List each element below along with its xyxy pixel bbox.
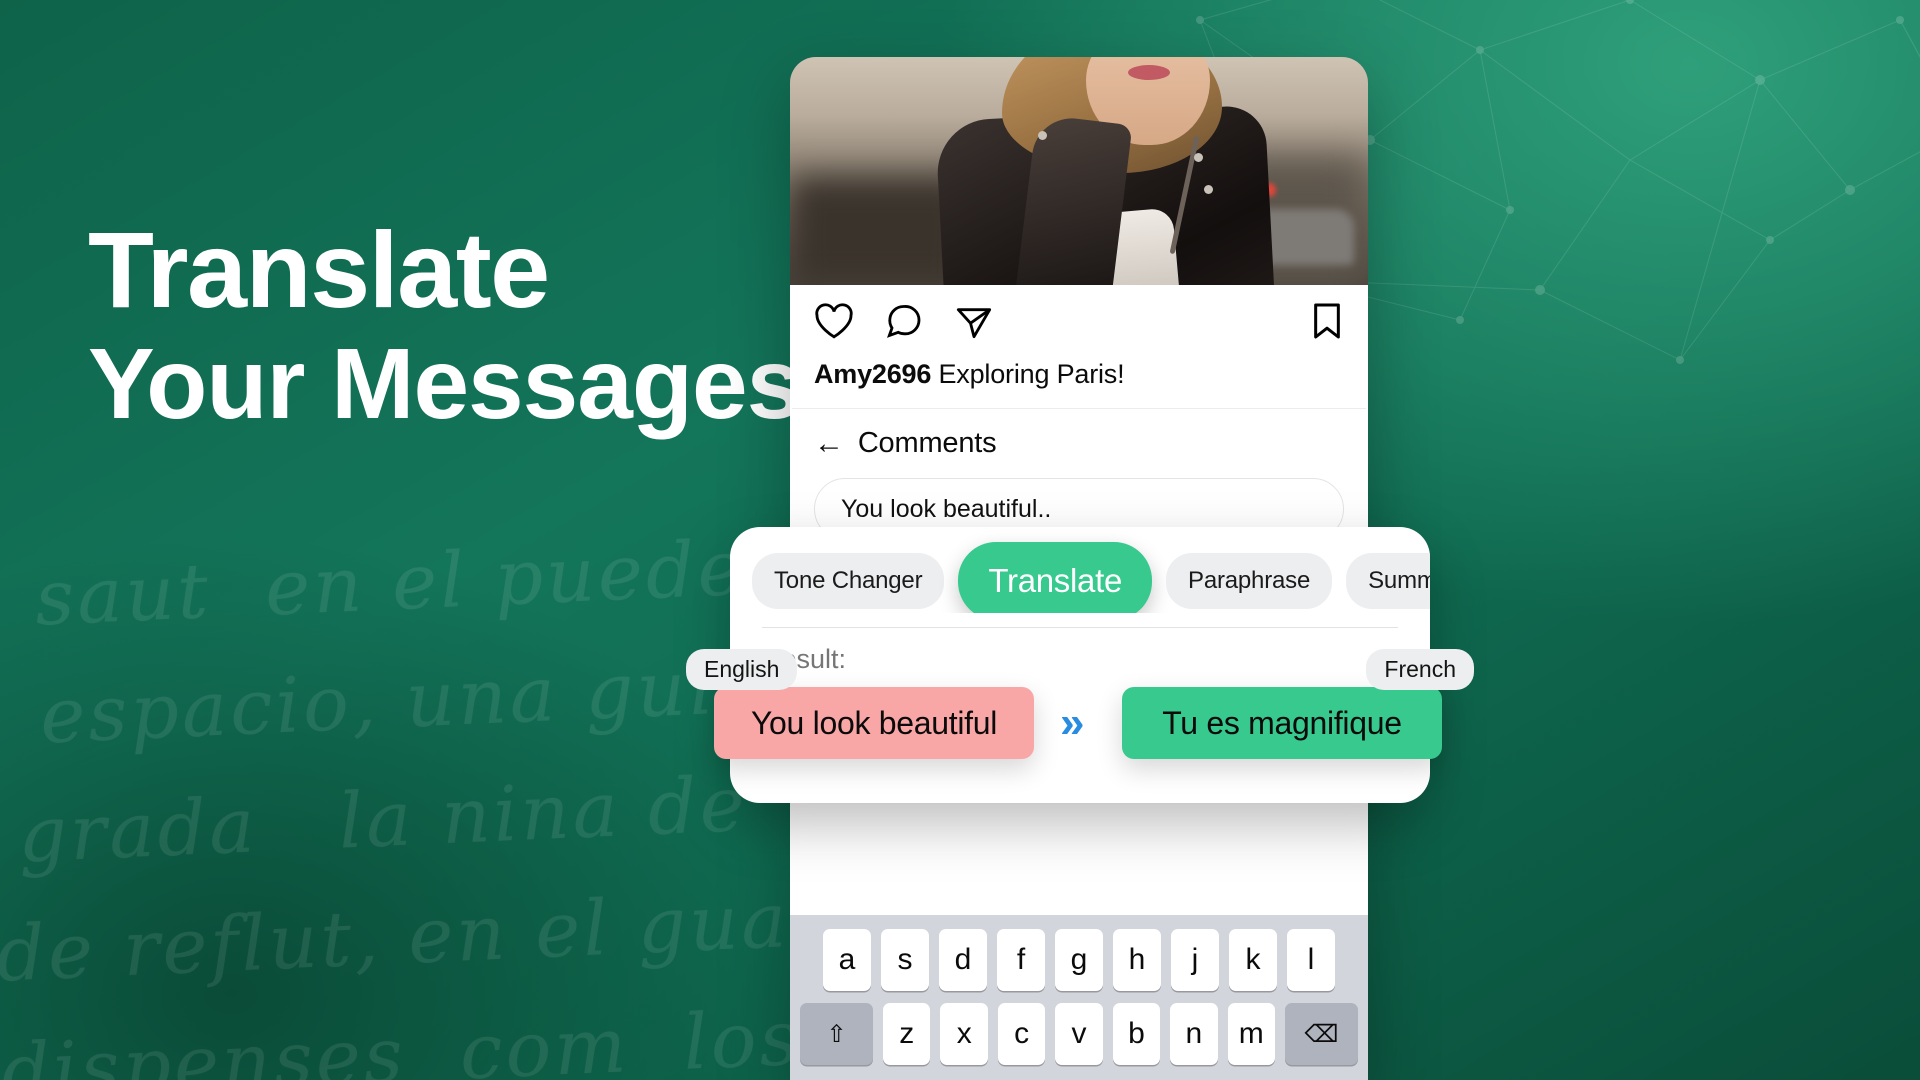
result-label: Result:: [762, 644, 847, 674]
key-f[interactable]: f: [997, 929, 1045, 991]
translation-row: English You look beautiful » French Tu e…: [686, 649, 1474, 775]
key-m[interactable]: m: [1227, 1003, 1275, 1065]
shift-key[interactable]: ⇧: [800, 1003, 874, 1065]
source-language-badge[interactable]: English: [686, 649, 798, 690]
headline-line-1: Translate: [88, 209, 550, 330]
key-g[interactable]: g: [1055, 929, 1103, 991]
page-title: Translate Your Messages: [88, 209, 802, 441]
back-arrow-icon[interactable]: ←: [814, 428, 844, 459]
post-username[interactable]: Amy2696: [814, 359, 931, 389]
key-s[interactable]: s: [881, 929, 929, 991]
poster-background: saut en el puede espacio, una guita grad…: [0, 0, 1920, 1080]
panel-tab-bar: Tone Changer Translate Paraphrase Summar…: [730, 527, 1430, 613]
comments-header: ← Comments: [790, 409, 1368, 470]
tab-paraphrase[interactable]: Paraphrase: [1166, 553, 1333, 609]
keyboard-row-1: a s d f g h j k l: [800, 929, 1358, 991]
comment-icon[interactable]: [882, 299, 926, 343]
key-h[interactable]: h: [1113, 929, 1161, 991]
target-text-bubble: Tu es magnifique: [1122, 687, 1442, 759]
tab-summarize[interactable]: Summarize: [1346, 553, 1430, 609]
key-d[interactable]: d: [939, 929, 987, 991]
key-a[interactable]: a: [823, 929, 871, 991]
comment-input-value: You look beautiful..: [841, 494, 1052, 523]
on-screen-keyboard: a s d f g h j k l ⇧ z x c v b n m ⌫: [790, 915, 1368, 1080]
key-c[interactable]: c: [997, 1003, 1046, 1065]
post-caption-text: Exploring Paris!: [938, 359, 1125, 389]
share-icon[interactable]: [952, 299, 996, 343]
key-k[interactable]: k: [1229, 929, 1277, 991]
key-b[interactable]: b: [1112, 1003, 1161, 1065]
post-caption: Amy2696 Exploring Paris!: [790, 357, 1368, 408]
bookmark-icon[interactable]: [1308, 299, 1346, 343]
target-language-badge[interactable]: French: [1366, 649, 1474, 690]
key-n[interactable]: n: [1170, 1003, 1218, 1065]
tab-translate[interactable]: Translate: [958, 542, 1153, 613]
translate-panel: Tone Changer Translate Paraphrase Summar…: [686, 527, 1474, 803]
key-x[interactable]: x: [940, 1003, 988, 1065]
key-v[interactable]: v: [1055, 1003, 1103, 1065]
like-icon[interactable]: [812, 299, 856, 343]
tab-tone-changer[interactable]: Tone Changer: [752, 553, 945, 609]
comments-title: Comments: [857, 427, 997, 459]
source-text-bubble: You look beautiful: [714, 687, 1034, 759]
key-j[interactable]: j: [1171, 929, 1219, 991]
key-z[interactable]: z: [883, 1003, 931, 1065]
keyboard-row-2: ⇧ z x c v b n m ⌫: [800, 1003, 1358, 1065]
translate-arrow-icon: »: [1060, 698, 1085, 747]
key-l[interactable]: l: [1287, 929, 1335, 991]
backspace-key[interactable]: ⌫: [1284, 1003, 1358, 1065]
post-action-bar: [790, 285, 1368, 357]
post-photo: [790, 57, 1368, 285]
headline-line-2: Your Messages: [88, 328, 802, 441]
